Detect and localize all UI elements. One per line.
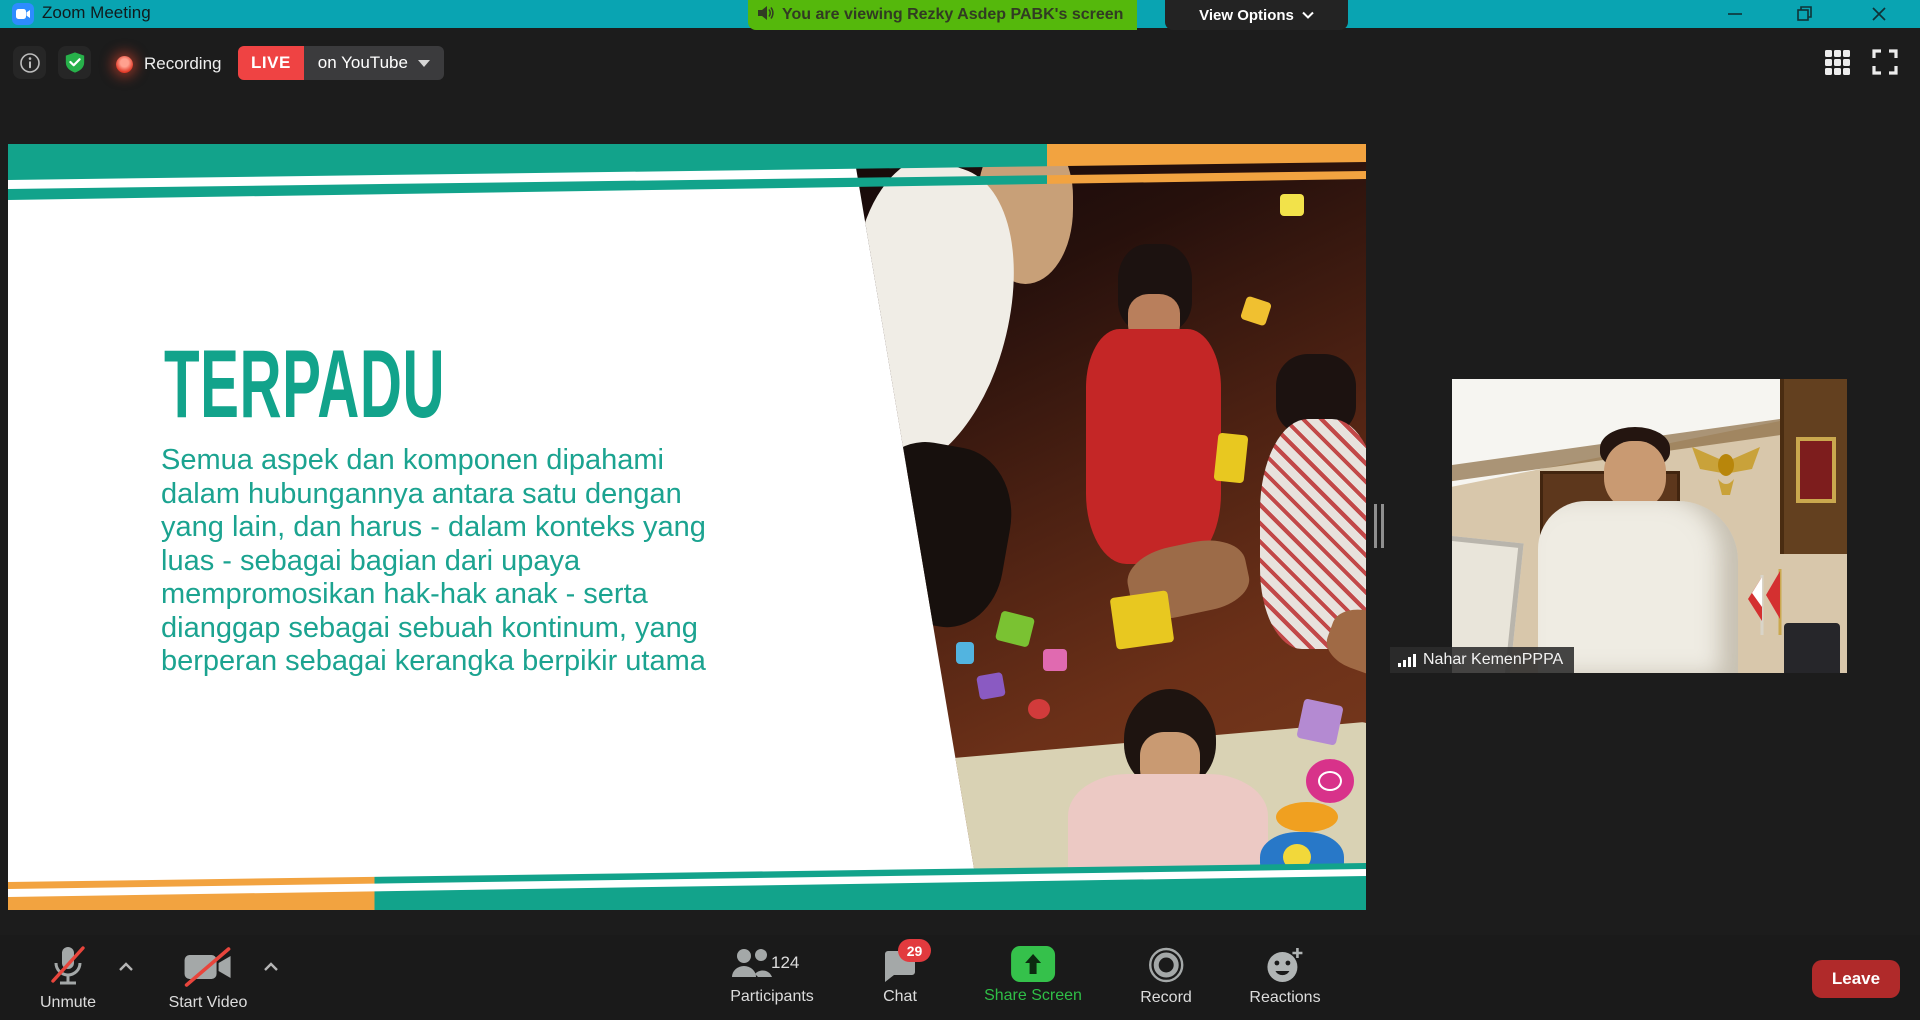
participants-count: 124	[771, 953, 799, 973]
caret-down-icon	[418, 60, 430, 67]
zoom-app-icon	[12, 3, 34, 25]
record-button[interactable]: Record	[1140, 946, 1192, 1007]
connection-signal-icon	[1398, 653, 1416, 667]
record-icon	[1147, 946, 1185, 984]
screen-share-banner: You are viewing Rezky Asdep PABK's scree…	[748, 0, 1137, 30]
participant-name-label: Nahar KemenPPPA	[1390, 647, 1574, 673]
microphone-muted-icon	[48, 945, 88, 989]
share-screen-button[interactable]: Share Screen	[984, 946, 1082, 1005]
view-options-button[interactable]: View Options	[1165, 0, 1348, 30]
speaker-icon	[758, 5, 775, 26]
grid-icon	[1825, 50, 1850, 75]
leave-button[interactable]: Leave	[1812, 960, 1900, 998]
recording-label: Recording	[144, 54, 222, 74]
participant-video-thumbnail	[1452, 379, 1847, 673]
minimize-button[interactable]	[1712, 0, 1758, 28]
video-person-face	[1604, 441, 1666, 509]
close-button[interactable]	[1856, 0, 1902, 28]
reactions-button[interactable]: Reactions	[1249, 946, 1320, 1007]
participants-icon	[731, 947, 773, 981]
fullscreen-icon	[1872, 49, 1898, 75]
video-options-chevron[interactable]	[263, 959, 279, 977]
meeting-info-button[interactable]	[13, 46, 46, 79]
security-button[interactable]	[58, 46, 91, 79]
share-screen-icon	[1011, 946, 1055, 982]
recording-indicator-icon	[116, 56, 133, 73]
window-title: Zoom Meeting	[42, 3, 151, 23]
slide-heading: TERPADU	[164, 336, 445, 433]
audio-options-chevron[interactable]	[118, 959, 134, 977]
security-shield-icon	[64, 51, 86, 74]
fullscreen-button[interactable]	[1870, 48, 1900, 76]
info-icon	[19, 52, 41, 74]
start-video-button[interactable]: Start Video	[169, 945, 248, 1012]
control-bar: Unmute Start Video 124 Participants	[0, 935, 1920, 1020]
slide-bottom-band	[8, 858, 1366, 910]
chevron-down-icon	[1302, 11, 1314, 19]
shared-screen-slide: TERPADU Semua aspek dan komponen dipaham…	[8, 144, 1366, 910]
slide-top-band	[8, 144, 1366, 214]
video-photo-frame	[1796, 437, 1836, 503]
garuda-emblem	[1688, 439, 1764, 501]
video-desk-device	[1784, 623, 1840, 673]
live-badge: LIVE	[238, 46, 304, 80]
chat-button[interactable]: 29 Chat	[880, 947, 920, 1006]
photo-children-playing	[828, 144, 1366, 910]
gallery-view-button[interactable]	[1822, 48, 1852, 76]
unmute-button[interactable]: Unmute	[40, 945, 96, 1012]
camera-off-icon	[179, 945, 237, 989]
banner-message: You are viewing Rezky Asdep PABK's scree…	[782, 6, 1123, 24]
participants-button[interactable]: 124 Participants	[727, 947, 817, 1006]
live-destination-dropdown[interactable]: on YouTube	[304, 46, 444, 80]
reactions-smiley-icon	[1265, 946, 1305, 984]
slide-body-text: Semua aspek dan komponen dipahami dalam …	[161, 444, 781, 679]
panel-resize-handle[interactable]	[1374, 504, 1384, 548]
restore-button[interactable]	[1782, 0, 1828, 28]
live-stream-pill[interactable]: LIVE on YouTube	[238, 46, 444, 80]
chat-unread-badge: 29	[898, 939, 931, 962]
